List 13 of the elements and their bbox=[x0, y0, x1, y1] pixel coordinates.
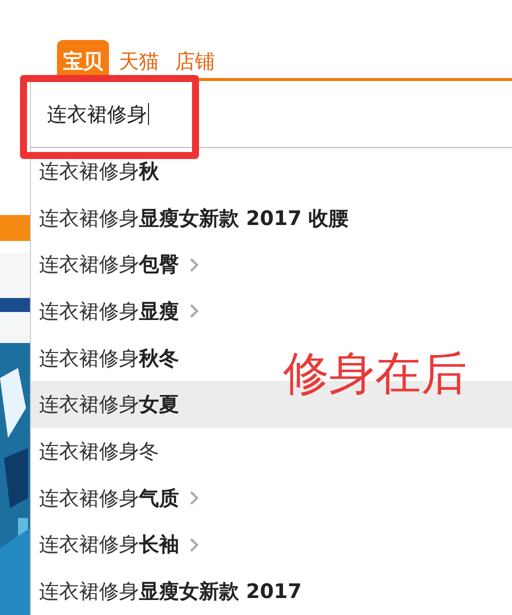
suggestion-item[interactable]: 连衣裙修身秋 bbox=[31, 148, 167, 195]
suggestion-item[interactable]: 连衣裙修身长袖 bbox=[31, 522, 207, 568]
suggestion-item[interactable]: 连衣裙修身包臀 bbox=[31, 241, 207, 288]
suggestion-item[interactable]: 连衣裙修身气质 bbox=[31, 474, 207, 522]
search-field[interactable]: 连衣裙修身 bbox=[31, 81, 512, 148]
suggestion-item[interactable]: 连衣裙修身秋冬 bbox=[31, 334, 187, 382]
suggestion-item[interactable]: 连衣裙修身显瘦女新款 2017 收腰 bbox=[31, 194, 357, 242]
suggestion-item[interactable]: 连衣裙修身女夏 bbox=[31, 381, 187, 428]
suggestion-item[interactable]: 连衣裙修身冬 bbox=[31, 428, 167, 475]
suggestion-item[interactable]: 连衣裙修身显瘦 bbox=[31, 288, 207, 335]
annotation-note: 修身在后 bbox=[283, 345, 467, 402]
text-cursor bbox=[148, 103, 149, 125]
suggestion-item[interactable]: 连衣裙修身显瘦女新款 2017 bbox=[31, 568, 310, 615]
